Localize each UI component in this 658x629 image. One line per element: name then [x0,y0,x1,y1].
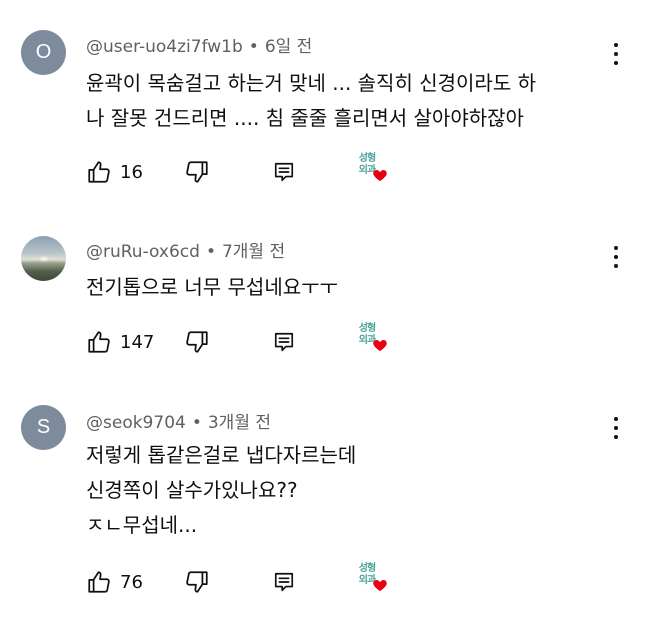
creator-avatar-line: 성형 [358,323,376,334]
reply-icon [274,572,294,592]
reply-button[interactable] [273,161,295,187]
thumbs-down-icon [186,571,208,593]
like-count: 76 [120,571,143,593]
comment-actions: 16 성형 외과 [86,153,406,189]
dislike-button[interactable] [184,159,210,189]
comment-author[interactable]: @seok9704 [86,413,186,433]
more-vert-icon[interactable] [606,41,626,67]
comment-meta: @seok9704 • 3개월 전 [86,408,271,433]
thumbs-up-icon [88,571,110,593]
avatar[interactable]: S [21,405,66,450]
thumbs-up-icon [88,161,110,183]
like-button[interactable]: 76 [86,569,143,595]
heart-icon [373,170,387,181]
comment-line: 전기톱으로 너무 무섭네요ㅜㅜ [86,275,338,299]
reply-icon [274,162,294,182]
heart-icon [373,580,387,591]
more-vert-icon[interactable] [606,415,626,441]
creator-avatar-line: 성형 [358,563,376,574]
comment-line: 신경쪽이 살수가있나요?? [86,478,298,502]
avatar[interactable]: O [21,30,66,75]
creator-heart-badge: 성형 외과 [356,323,390,357]
avatar-letter: O [35,41,52,63]
like-button[interactable]: 147 [86,329,154,355]
like-count: 147 [120,331,155,353]
heart-icon [373,340,387,351]
creator-avatar-line: 성형 [358,153,376,164]
like-button[interactable]: 16 [86,159,143,185]
avatar-image [38,256,50,262]
comment-text: 전기톱으로 너무 무섭네요ㅜㅜ [86,270,338,305]
creator-heart-badge: 성형 외과 [356,563,390,597]
reply-icon [274,332,294,352]
comment-author[interactable]: @user-uo4zi7fw1b [86,37,243,57]
avatar[interactable] [21,236,66,281]
meta-separator: • [205,242,216,262]
dislike-button[interactable] [184,329,210,359]
creator-heart-badge: 성형 외과 [356,153,390,187]
comment-line: 윤곽이 목숨걸고 하는거 맞네 ... 솔직히 신경이라도 하 [86,71,536,95]
meta-separator: • [191,413,202,433]
comment-line: 나 잘못 건드리면 .... 침 줄줄 흘리면서 살아야하잖아 [86,106,524,130]
meta-separator: • [248,37,259,57]
thumbs-down-icon [186,161,208,183]
like-count: 16 [120,161,143,183]
comment-actions: 147 성형 외과 [86,323,406,359]
avatar-letter: S [36,416,51,438]
comment-time[interactable]: 3개월 전 [208,413,271,433]
comment-meta: @user-uo4zi7fw1b • 6일 전 [86,32,312,57]
comment-time[interactable]: 6일 전 [265,37,313,57]
reply-button[interactable] [273,571,295,597]
comment-text: 윤곽이 목숨걸고 하는거 맞네 ... 솔직히 신경이라도 하 나 잘못 건드리… [86,66,536,136]
dislike-button[interactable] [184,569,210,599]
thumbs-up-icon [88,331,110,353]
comment-line: 저렇게 톱같은걸로 냅다자르는데 [86,443,357,467]
comment-time[interactable]: 7개월 전 [222,242,285,262]
comment-meta: @ruRu-ox6cd • 7개월 전 [86,237,285,262]
comment-text: 저렇게 톱같은걸로 냅다자르는데 신경쪽이 살수가있나요?? ㅈㄴ무섭네... [86,438,356,543]
comment-author[interactable]: @ruRu-ox6cd [86,242,200,262]
comment-line: ㅈㄴ무섭네... [86,513,198,537]
comment-actions: 76 성형 외과 [86,563,406,599]
thumbs-down-icon [186,331,208,353]
more-vert-icon[interactable] [606,244,626,270]
reply-button[interactable] [273,331,295,357]
